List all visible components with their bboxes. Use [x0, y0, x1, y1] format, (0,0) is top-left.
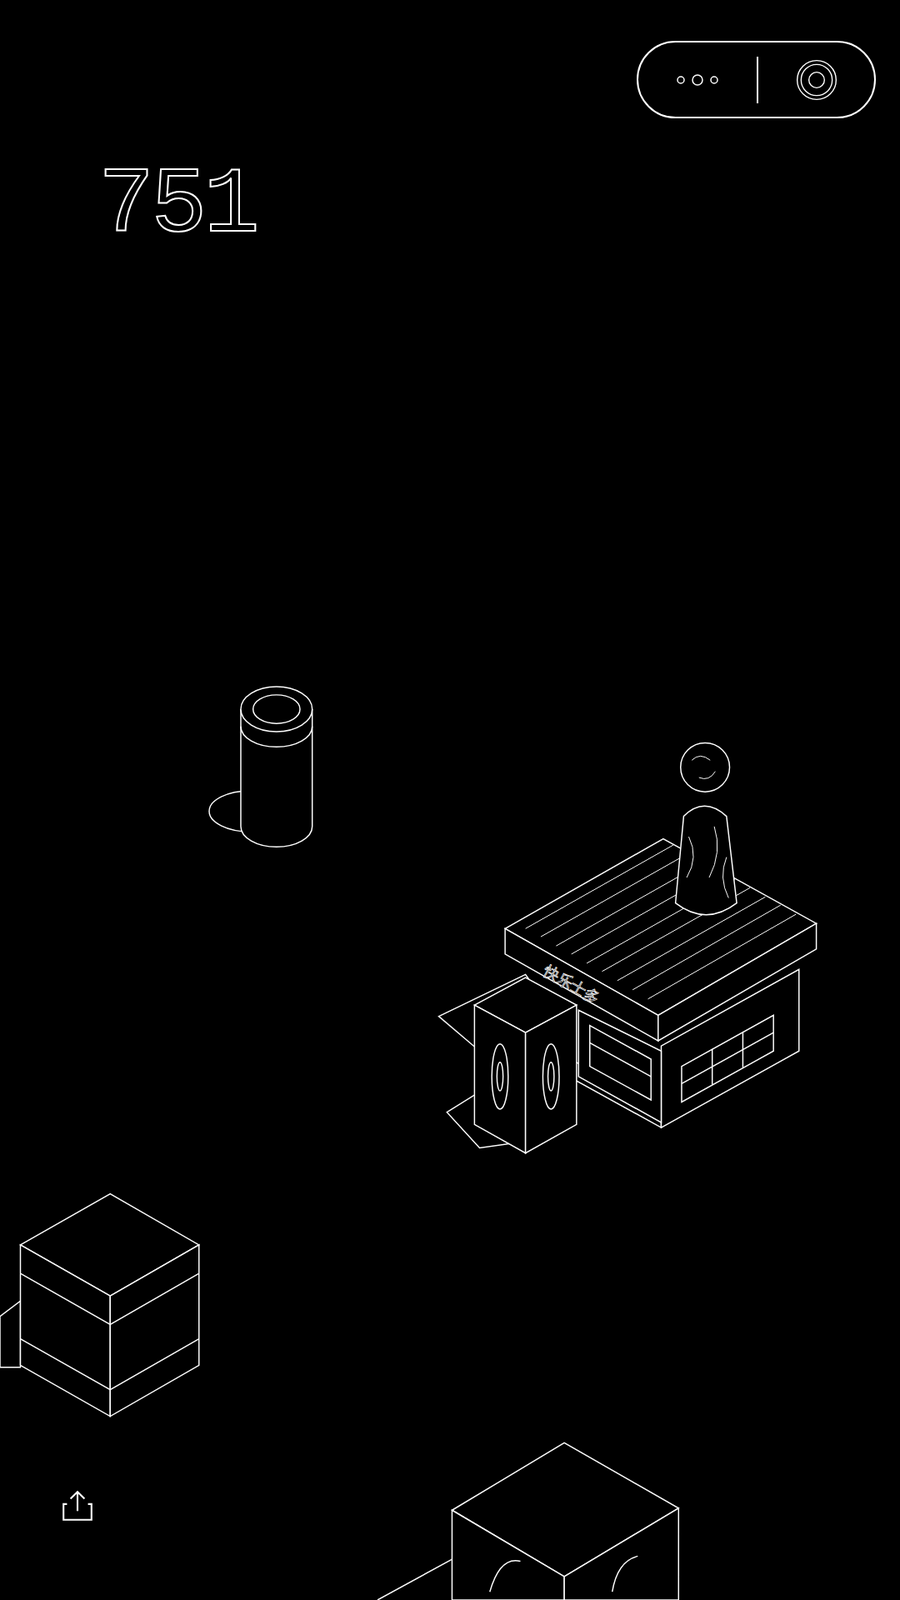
more-icon[interactable] — [672, 71, 723, 89]
score: 751 — [98, 155, 257, 258]
face-box-platform — [377, 1442, 679, 1600]
box-platform — [0, 1194, 200, 1417]
close-target-icon[interactable] — [793, 56, 840, 104]
shop-platform — [439, 839, 817, 1154]
capsule-divider — [756, 56, 759, 104]
menu-capsule[interactable] — [636, 40, 876, 119]
shop-sign: 快乐士多 — [540, 961, 603, 1007]
player-piece[interactable] — [675, 742, 737, 915]
game-screen[interactable]: 快乐士多 751 — [0, 0, 900, 1600]
cylinder-platform — [209, 686, 313, 847]
share-icon[interactable] — [60, 1488, 95, 1524]
